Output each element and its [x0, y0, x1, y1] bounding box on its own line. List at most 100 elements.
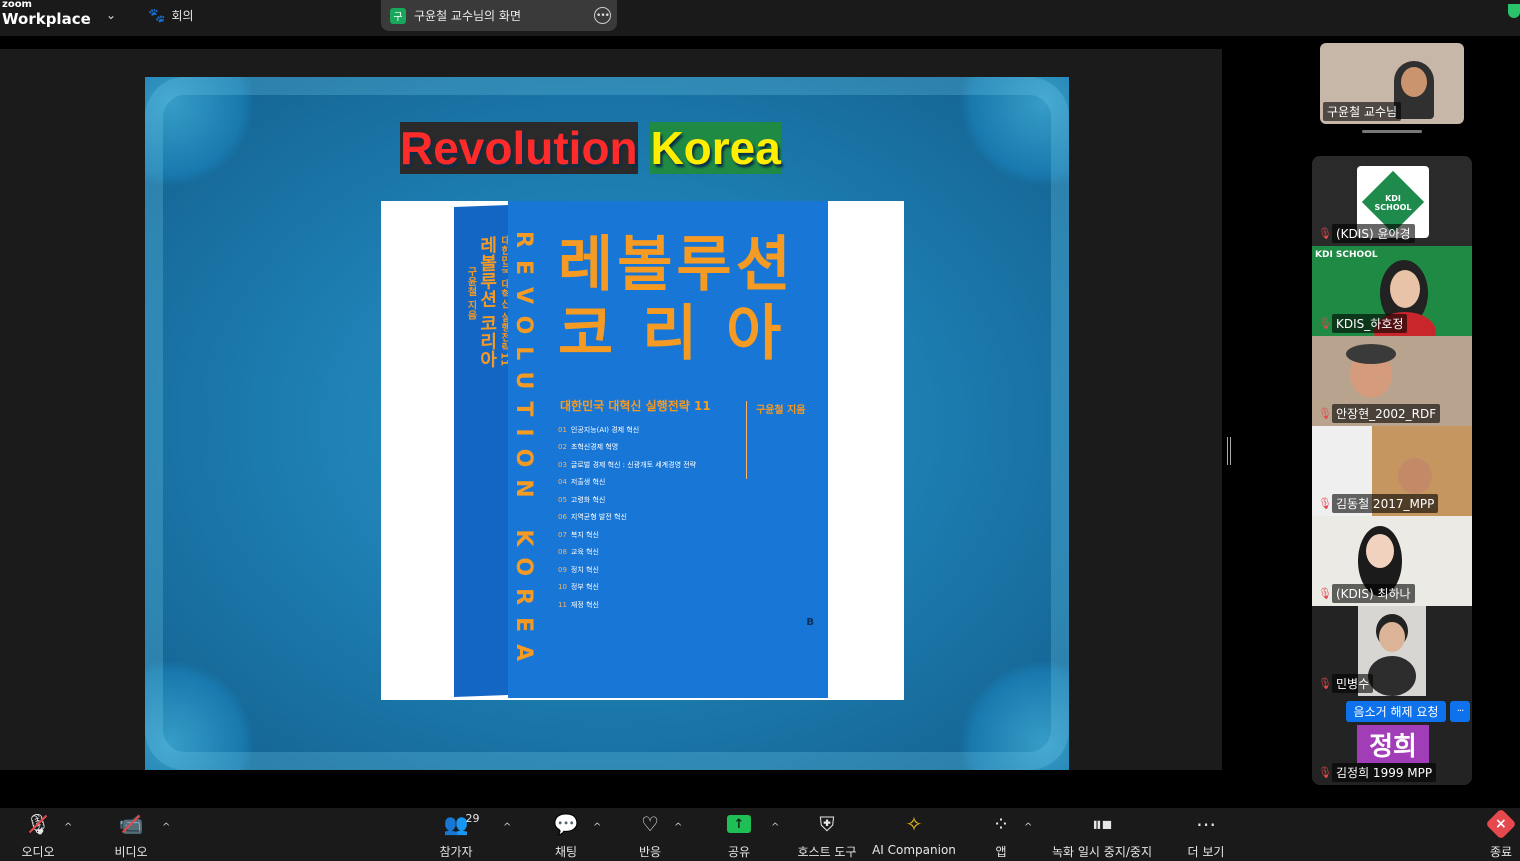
more-dots-icon: ⋯ [1196, 812, 1216, 836]
panel-resize-handle[interactable] [1227, 437, 1231, 465]
zoom-logo[interactable]: zoom Workplace [2, 0, 91, 27]
pause-stop-recording-icon: ⏸⏹ [1092, 812, 1112, 836]
sharer-avatar: 구 [390, 7, 406, 24]
toc-item: 05 고령화 혁신 [558, 491, 696, 509]
reactions-options-caret[interactable]: ^ [674, 822, 682, 833]
self-video-tile[interactable]: 구윤철 교수님 [1320, 43, 1464, 124]
end-label: 종료 [1489, 845, 1513, 859]
end-meeting-button[interactable]: × 종료 [1485, 808, 1517, 861]
participant-name: 김동철 2017_MPP [1332, 494, 1439, 513]
paw-icon: 🐾 [148, 7, 166, 24]
self-name-label: 구윤철 교수님 [1323, 102, 1402, 121]
participant-name-avatar: 정희 [1357, 725, 1429, 763]
reactions-label: 반응 [638, 845, 662, 859]
toc-item: 11 재정 혁신 [558, 596, 696, 614]
participant-count: 29 [465, 812, 480, 825]
heart-icon: ♡ [641, 812, 659, 836]
meeting-toolbar: 🎙 오디오 ^ 📹 비디오 ^ 👥29 참가자 ^ 💬 채팅 ^ ♡ 반응 ^ … [0, 808, 1520, 861]
ai-companion-label: AI Companion [872, 843, 956, 857]
spine-author: 구윤철 지음 [465, 266, 476, 321]
toc-item: 04 저출생 혁신 [558, 474, 696, 492]
more-options-icon[interactable]: ••• [594, 7, 611, 24]
host-tools-label: 호스트 도구 [797, 845, 857, 859]
video-button[interactable]: 📹 비디오 [111, 808, 151, 861]
toc-item: 06 지역균형 발전 혁신 [558, 509, 696, 527]
participant-tile[interactable]: KDI SCHOOL 🎙 (KDIS) 윤아경 [1312, 156, 1472, 246]
toc-number: 09 [558, 565, 567, 574]
toc-number: 05 [558, 495, 567, 504]
meeting-tab-label: 회의 [171, 9, 194, 23]
apps-icon: ⁘ [992, 812, 1010, 836]
mic-muted-icon: 🎙 [1318, 677, 1332, 690]
toc-item: 07 복지 혁신 [558, 526, 696, 544]
mic-muted-icon: 🎙 [1318, 227, 1332, 240]
share-label: 공유 [727, 845, 751, 859]
chat-button[interactable]: 💬 채팅 [546, 808, 586, 861]
participants-label: 참가자 [439, 845, 473, 859]
ai-companion-button[interactable]: ✧ AI Companion [872, 808, 956, 861]
encryption-shield-icon[interactable] [1508, 4, 1520, 18]
self-view-drag-handle[interactable] [1362, 130, 1422, 133]
chat-options-caret[interactable]: ^ [593, 822, 601, 833]
share-screen-icon: ↑ [727, 808, 751, 840]
slide-title-revolution: Revolution [400, 122, 638, 174]
share-label: 구윤철 교수님의 화면 [414, 9, 521, 23]
book-title-line1: 레볼루션 [558, 230, 795, 300]
audio-button[interactable]: 🎙 오디오 [18, 808, 58, 861]
toc-text: 글로벌 경제 혁신 : 신광개토 세계경영 전략 [570, 460, 697, 469]
meeting-tab[interactable]: 🐾 회의 [148, 7, 194, 24]
audio-options-caret[interactable]: ^ [64, 822, 72, 833]
toc-item: 08 교육 혁신 [558, 544, 696, 562]
toc-item: 03 글로벌 경제 혁신 : 신광개토 세계경영 전략 [558, 456, 696, 474]
spine-text: 대한민국 대혁신 실행전략11 레볼루션 코리아 구윤철 지음 [464, 235, 510, 369]
book-author: 구윤철 지음 [756, 405, 806, 416]
book-front: REVOLUTION KOREA 레볼루션 코 리 아 대한민국 대혁신 실행전… [508, 201, 828, 698]
tile-more-button[interactable]: ··· [1450, 701, 1470, 722]
toc-text: 정치 혁신 [570, 565, 599, 574]
participant-tile[interactable]: 🎙 김동철 2017_MPP [1312, 426, 1472, 516]
mic-muted-icon: 🎙 [1318, 497, 1332, 510]
toc-number: 02 [558, 443, 567, 452]
toc-number: 01 [558, 425, 567, 434]
request-unmute-button[interactable]: 음소거 해제 요청 [1346, 701, 1446, 722]
toc-text: 복지 혁신 [570, 530, 599, 539]
toc-text: 고령화 혁신 [570, 495, 606, 504]
share-button[interactable]: ↑ 공유 [719, 808, 759, 861]
participants-options-caret[interactable]: ^ [503, 822, 511, 833]
toc-text: 저출생 혁신 [570, 478, 606, 487]
participant-tile[interactable]: 🎙 (KDIS) 최하나 [1312, 516, 1472, 606]
participant-tile[interactable]: 🎙 민병수 [1312, 606, 1472, 696]
reactions-button[interactable]: ♡ 반응 [630, 808, 670, 861]
video-label: 비디오 [114, 845, 148, 859]
book-spine: 대한민국 대혁신 실행전략11 레볼루션 코리아 구윤철 지음 [454, 205, 510, 697]
sparkle-icon: ✧ [905, 812, 923, 836]
toc-item: 10 정부 혁신 [558, 579, 696, 597]
apps-options-caret[interactable]: ^ [1024, 822, 1032, 833]
screen-share-indicator[interactable]: 구 구윤철 교수님의 화면 ••• [381, 0, 617, 31]
participant-tile[interactable]: 🎙 안장현_2002_RDF [1312, 336, 1472, 426]
chevron-down-icon[interactable]: ⌄ [106, 8, 116, 22]
more-button[interactable]: ⋯ 더 보기 [1186, 808, 1226, 861]
participant-tile[interactable]: KDI SCHOOL 🎙 KDIS_하호정 [1312, 246, 1472, 336]
toc-text: 초혁신경제 혁명 [570, 443, 619, 452]
recording-label: 녹화 일시 중지/중지 [1052, 845, 1152, 859]
toc-number: 07 [558, 530, 567, 539]
apps-label: 앱 [995, 845, 1007, 859]
video-options-caret[interactable]: ^ [162, 822, 170, 833]
shared-slide: Revolution Korea 대한민국 대혁신 실행전략11 레볼루션 코리… [145, 77, 1069, 770]
toc-number: 11 [558, 600, 567, 609]
apps-button[interactable]: ⁘ 앱 [986, 808, 1016, 861]
shield-icon: ⛨ [819, 812, 835, 836]
video-face [1401, 67, 1427, 97]
audio-label: 오디오 [21, 845, 55, 859]
camera-off-icon: 📹 [119, 808, 144, 840]
host-tools-button[interactable]: ⛨ 호스트 도구 [796, 808, 858, 861]
microphone-muted-icon: 🎙 [25, 808, 50, 840]
recording-control-button[interactable]: ⏸⏹ 녹화 일시 중지/중지 [1048, 808, 1156, 861]
toc-item: 02 초혁신경제 혁명 [558, 439, 696, 457]
share-options-caret[interactable]: ^ [771, 822, 779, 833]
participants-button[interactable]: 👥 29 참가자 [436, 808, 479, 861]
toc-text: 지역균형 발전 혁신 [570, 513, 627, 522]
participant-name: 안장현_2002_RDF [1332, 404, 1441, 423]
book-title: 레볼루션 코 리 아 [558, 231, 795, 369]
